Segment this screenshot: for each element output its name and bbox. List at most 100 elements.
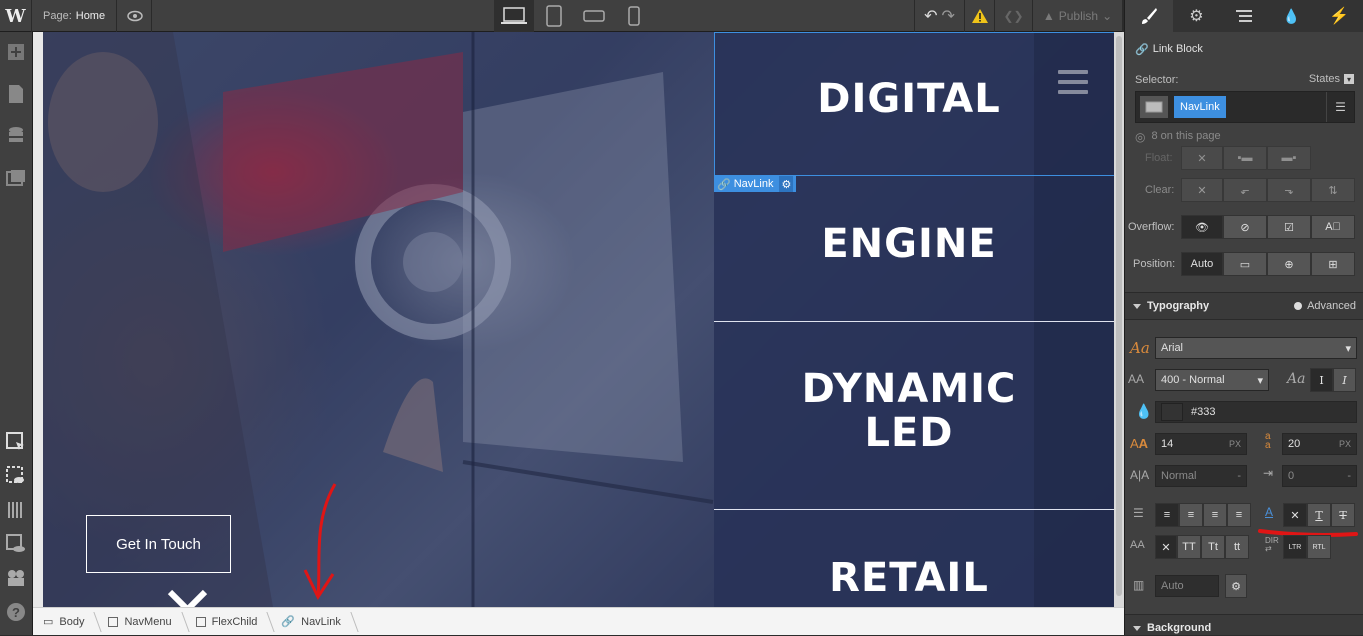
position-absolute-icon[interactable]: ⊕ bbox=[1267, 252, 1311, 276]
breadcrumb-navmenu[interactable]: NavMenu bbox=[98, 608, 185, 636]
assets-image-icon[interactable] bbox=[4, 166, 28, 190]
navigator-icon[interactable] bbox=[4, 498, 28, 522]
add-element-icon[interactable] bbox=[4, 40, 28, 64]
style-brush-icon[interactable] bbox=[1125, 0, 1173, 32]
align-left-icon[interactable]: ≡ bbox=[1155, 503, 1179, 527]
float-none-icon[interactable]: ✕ bbox=[1181, 146, 1223, 170]
gear-icon[interactable]: ⚙ bbox=[779, 176, 794, 192]
navlink-led[interactable]: LED bbox=[704, 410, 1114, 456]
selector-tool-icon[interactable] bbox=[4, 430, 28, 454]
text-decoration-buttons: ✕ T T bbox=[1283, 503, 1355, 527]
float-left-icon[interactable]: ▪▬ bbox=[1223, 146, 1267, 170]
warning-icon[interactable] bbox=[964, 0, 994, 32]
transform-uppercase-button[interactable]: TT bbox=[1177, 535, 1201, 559]
font-family-select[interactable]: Arial ▾ bbox=[1155, 337, 1357, 359]
text-indent-input[interactable]: 0 - bbox=[1282, 465, 1357, 487]
states-dropdown[interactable]: States ▾ bbox=[1309, 73, 1354, 85]
canvas-scrollbar[interactable] bbox=[1114, 32, 1124, 607]
webflow-logo[interactable]: W bbox=[0, 0, 32, 32]
code-export-icon[interactable]: ❮❯ bbox=[994, 0, 1032, 32]
letter-spacing-input[interactable]: Normal - bbox=[1155, 465, 1247, 487]
overflow-auto-icon[interactable]: A⃞ bbox=[1311, 215, 1355, 239]
typography-header[interactable]: Typography Advanced bbox=[1125, 292, 1363, 320]
swatches-drops-icon[interactable]: 💧 bbox=[1268, 0, 1316, 32]
undo-icon[interactable]: ↶ bbox=[924, 6, 937, 26]
direction-buttons: LTR RTL bbox=[1283, 535, 1331, 559]
preview-eye-icon[interactable] bbox=[118, 0, 152, 32]
clear-left-icon[interactable]: ⬐ bbox=[1223, 178, 1267, 202]
align-center-icon[interactable]: ≡ bbox=[1179, 503, 1203, 527]
text-color-field[interactable]: #333 bbox=[1155, 401, 1357, 423]
clear-label: Clear: bbox=[1145, 184, 1175, 196]
undo-redo[interactable]: ↶ ↷ bbox=[914, 0, 964, 32]
float-label: Float: bbox=[1145, 152, 1173, 164]
overflow-visible-icon[interactable]: 👁 bbox=[1181, 215, 1223, 239]
page-name: Home bbox=[75, 10, 106, 22]
advanced-toggle[interactable]: Advanced bbox=[1294, 300, 1356, 312]
page-prefix: Page: bbox=[43, 10, 72, 22]
text-decoration-icon: A bbox=[1265, 505, 1274, 519]
direction-rtl-button[interactable]: RTL bbox=[1307, 535, 1331, 559]
design-canvas[interactable]: DIGITAL ENGINE DYNAMIC LED RETAIL 🔗 NavL… bbox=[33, 32, 1124, 607]
publish-button[interactable]: ▲ Publish ⌄ bbox=[1032, 0, 1122, 32]
font-style-normal-icon[interactable]: I bbox=[1310, 368, 1333, 392]
breadcrumb-body[interactable]: ▭ Body bbox=[33, 608, 98, 636]
publish-rocket-icon: ▲ bbox=[1042, 9, 1055, 23]
position-auto-button[interactable]: Auto bbox=[1181, 252, 1223, 276]
position-fixed-icon[interactable]: ⊞ bbox=[1311, 252, 1355, 276]
direction-ltr-button[interactable]: LTR bbox=[1283, 535, 1307, 559]
mobile-landscape-device-icon[interactable] bbox=[574, 0, 614, 32]
transform-none-icon[interactable]: ✕ bbox=[1155, 535, 1177, 559]
align-justify-icon[interactable]: ≡ bbox=[1227, 503, 1251, 527]
decoration-strikethrough-icon[interactable]: T bbox=[1331, 503, 1355, 527]
navigator-tab-icon[interactable] bbox=[1220, 0, 1268, 32]
preview-mode-icon[interactable] bbox=[4, 464, 28, 488]
redo-icon[interactable]: ↷ bbox=[942, 6, 955, 26]
selector-field[interactable]: NavLink ☰ bbox=[1135, 91, 1355, 123]
pages-icon[interactable] bbox=[4, 82, 28, 106]
line-height-input[interactable]: 20 PX bbox=[1282, 433, 1357, 455]
columns-input[interactable]: Auto bbox=[1155, 575, 1219, 597]
transform-capitalize-button[interactable]: Tt bbox=[1201, 535, 1225, 559]
get-in-touch-button[interactable]: Get In Touch bbox=[86, 515, 231, 573]
cms-database-icon[interactable] bbox=[4, 124, 28, 148]
breadcrumb-flexchild[interactable]: FlexChild bbox=[186, 608, 272, 636]
font-size-input[interactable]: 14 PX bbox=[1155, 433, 1247, 455]
align-right-icon[interactable]: ≡ bbox=[1203, 503, 1227, 527]
help-icon[interactable]: ? bbox=[4, 600, 28, 624]
font-style-italic-icon[interactable]: I bbox=[1333, 368, 1356, 392]
position-relative-icon[interactable]: ▭ bbox=[1223, 252, 1267, 276]
interactions-icon[interactable] bbox=[4, 566, 28, 590]
tablet-device-icon[interactable] bbox=[534, 0, 574, 32]
selector-menu-icon[interactable]: ☰ bbox=[1326, 92, 1354, 122]
mobile-portrait-device-icon[interactable] bbox=[614, 0, 654, 32]
breadcrumb-navlink[interactable]: 🔗 NavLink bbox=[271, 608, 354, 636]
selection-tag[interactable]: 🔗 NavLink ⚙ bbox=[714, 176, 797, 192]
interactions-bolt-icon[interactable]: ⚡ bbox=[1315, 0, 1363, 32]
selector-chip[interactable]: NavLink bbox=[1174, 96, 1226, 118]
overflow-scroll-icon[interactable]: ☑ bbox=[1267, 215, 1311, 239]
style-panel: ⚙ 💧 ⚡ 🔗 Link Block Selector: States ▾ Na… bbox=[1124, 0, 1363, 635]
clear-right-icon[interactable]: ⬎ bbox=[1267, 178, 1311, 202]
navlink-dynamic[interactable]: DYNAMIC bbox=[704, 366, 1114, 412]
clear-none-icon[interactable]: ✕ bbox=[1181, 178, 1223, 202]
gear-icon[interactable]: ⚙ bbox=[1225, 574, 1247, 598]
float-right-icon[interactable]: ▬▪ bbox=[1267, 146, 1311, 170]
transform-lowercase-button[interactable]: tt bbox=[1225, 535, 1249, 559]
background-header[interactable]: Background bbox=[1125, 614, 1363, 635]
page-selector[interactable]: Page: Home bbox=[33, 0, 117, 32]
decoration-none-icon[interactable]: ✕ bbox=[1283, 503, 1307, 527]
hero-section[interactable]: DIGITAL ENGINE DYNAMIC LED RETAIL 🔗 NavL… bbox=[43, 32, 1114, 607]
navlink-engine[interactable]: ENGINE bbox=[704, 221, 1114, 267]
color-swatch[interactable] bbox=[1161, 403, 1183, 421]
link-icon: 🔗 bbox=[281, 616, 296, 628]
font-weight-select[interactable]: 400 - Normal ▾ bbox=[1155, 369, 1269, 391]
navlink-retail[interactable]: RETAIL bbox=[704, 555, 1114, 601]
settings-gear-icon[interactable]: ⚙ bbox=[1173, 0, 1221, 32]
desktop-device-icon[interactable] bbox=[494, 0, 534, 32]
page-settings-icon[interactable] bbox=[4, 532, 28, 556]
overflow-hidden-icon[interactable]: ⊘ bbox=[1223, 215, 1267, 239]
clear-both-icon[interactable]: ⇅ bbox=[1311, 178, 1355, 202]
close-x-icon[interactable] bbox=[165, 587, 215, 607]
decoration-underline-icon[interactable]: T bbox=[1307, 503, 1331, 527]
